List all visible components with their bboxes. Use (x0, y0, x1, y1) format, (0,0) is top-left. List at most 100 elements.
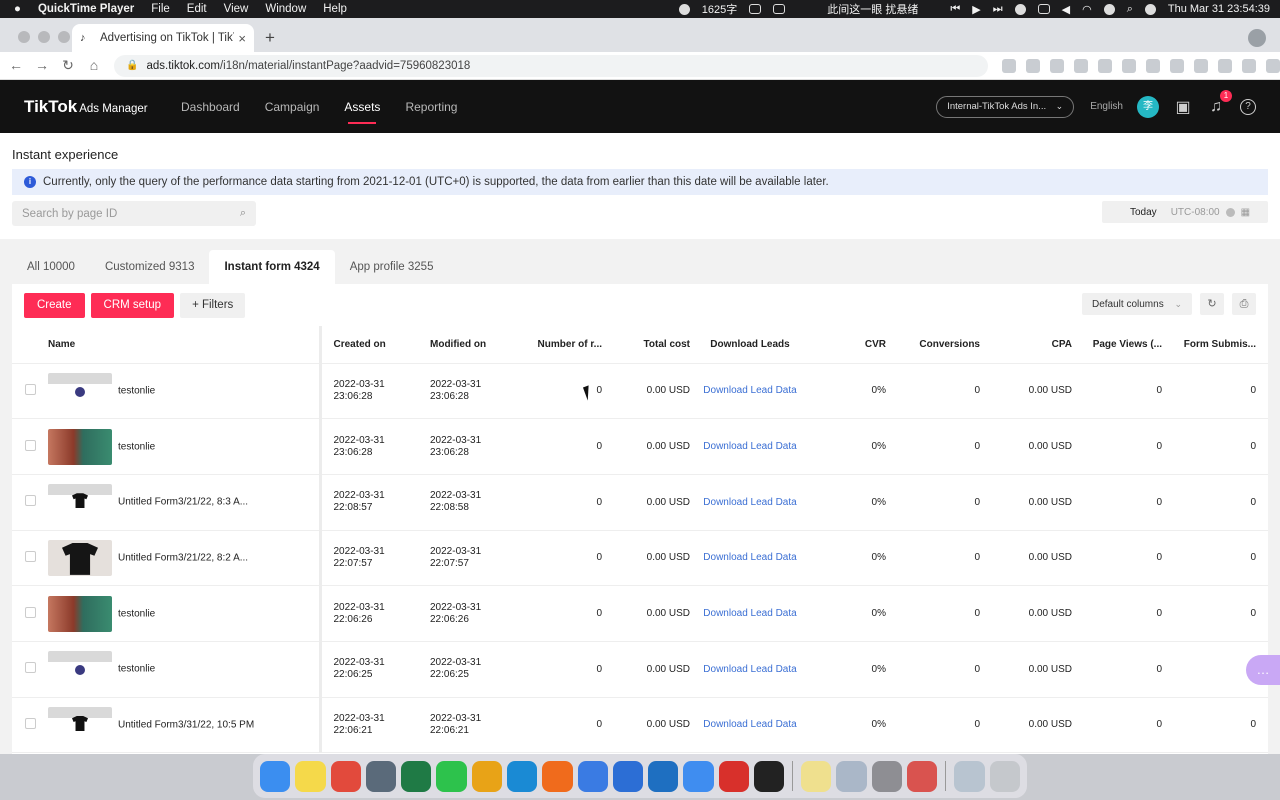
app-name-menu[interactable]: QuickTime Player (38, 3, 134, 15)
col-form-submits[interactable]: Form Submis... (1162, 326, 1268, 364)
col-created-on[interactable]: Created on (320, 326, 418, 364)
tab-all[interactable]: All 10000 (12, 250, 90, 284)
finder-icon[interactable] (260, 760, 291, 792)
tab-app-profile[interactable]: App profile 3255 (335, 250, 449, 284)
apple-menu-icon[interactable]: ● (14, 3, 21, 15)
settings-icon[interactable] (871, 760, 903, 792)
avatar[interactable]: 李 (1137, 95, 1159, 118)
clock[interactable]: Thu Mar 31 23:54:39 (1168, 3, 1270, 15)
back-icon[interactable]: ← (4, 57, 28, 74)
chat-support-icon[interactable]: … (1246, 655, 1280, 685)
help-icon[interactable]: ? (1240, 98, 1256, 115)
status-icon[interactable] (1014, 3, 1026, 15)
maps-icon[interactable] (330, 760, 361, 792)
download-lead-data-link[interactable]: Download Lead Data (703, 441, 796, 452)
trash-icon[interactable] (989, 760, 1020, 792)
nav-reporting[interactable]: Reporting (405, 96, 457, 118)
row-checkbox[interactable] (25, 495, 36, 507)
browser-tab[interactable]: ♪ Advertising on TikTok | TikTok × (72, 24, 254, 52)
netease-icon[interactable] (718, 760, 749, 792)
media-play-icon[interactable]: ▶ (972, 3, 980, 16)
form-thumbnail[interactable] (48, 539, 112, 576)
bookmark-star-icon[interactable] (1026, 58, 1040, 73)
new-tab-button[interactable]: + (260, 29, 280, 49)
notes-icon[interactable] (295, 760, 326, 792)
close-window-icon[interactable] (18, 31, 30, 43)
sidepanel-icon[interactable] (1218, 58, 1232, 73)
date-range-picker[interactable]: Today UTC-08:00 ▦ (1102, 201, 1268, 223)
stickies-icon[interactable] (801, 760, 832, 792)
form-name[interactable]: Untitled Form3/31/22, 10:5 PM (118, 720, 254, 731)
search-icon[interactable]: ⌕ (240, 207, 246, 220)
tab-customized[interactable]: Customized 9313 (90, 250, 210, 284)
columns-select[interactable]: Default columns ⌄ (1082, 293, 1192, 315)
download-lead-data-link[interactable]: Download Lead Data (703, 719, 796, 730)
feishu-icon[interactable] (683, 760, 714, 792)
zoom-window-icon[interactable] (58, 31, 70, 43)
row-checkbox[interactable] (25, 662, 36, 674)
menu-edit[interactable]: Edit (187, 3, 207, 15)
extension-icon[interactable] (1050, 58, 1064, 73)
download-lead-data-link[interactable]: Download Lead Data (703, 608, 796, 619)
crm-setup-button[interactable]: CRM setup (90, 293, 175, 318)
search-icon[interactable]: ⌕ (1127, 3, 1133, 16)
preview-icon[interactable] (836, 760, 867, 792)
extension-icon[interactable] (1098, 58, 1112, 73)
row-checkbox[interactable] (25, 439, 36, 451)
network-icon[interactable] (365, 760, 397, 792)
battery-icon[interactable] (1037, 4, 1050, 14)
form-thumbnail[interactable] (48, 372, 112, 409)
tiktok-logo[interactable]: TikTok Ads Manager (24, 97, 181, 117)
table-row[interactable]: Untitled Form3/31/22, 10:5 PM 2022-03-31… (12, 697, 1268, 754)
download-lead-data-link[interactable]: Download Lead Data (703, 497, 796, 508)
refresh-icon[interactable]: ↻ (1200, 293, 1224, 315)
bell-icon[interactable]: ♫ 1 (1207, 89, 1232, 116)
record-icon[interactable] (678, 3, 690, 15)
calendar-icon[interactable]: ▦ (1241, 207, 1250, 218)
menu-window[interactable]: Window (265, 3, 306, 15)
reload-icon[interactable]: ↻ (56, 57, 80, 74)
col-name[interactable]: Name (48, 326, 266, 364)
col-modified-on[interactable]: Modified on (418, 326, 516, 364)
extension-icon[interactable] (1074, 58, 1088, 73)
table-row[interactable]: testonlie 2022-03-31 23:06:28 2022-03-31 2… (12, 363, 1268, 420)
table-row[interactable]: testonlie 2022-03-31 22:06:26 2022-03-31 2… (12, 585, 1268, 642)
download-lead-data-link[interactable]: Download Lead Data (703, 385, 796, 396)
media-next-icon[interactable]: ⏭ (993, 3, 1003, 16)
col-cvr[interactable]: CVR (810, 326, 886, 364)
chrome-icon[interactable] (471, 760, 502, 792)
form-thumbnail[interactable] (48, 706, 112, 743)
menu-kebab-icon[interactable] (1266, 58, 1280, 73)
filters-button[interactable]: + Filters (180, 293, 246, 318)
extension-icon[interactable] (1170, 58, 1184, 73)
col-records[interactable]: Number of r... (516, 326, 602, 364)
form-thumbnail[interactable] (48, 651, 112, 688)
edge-icon[interactable] (506, 760, 538, 792)
nav-assets[interactable]: Assets (344, 96, 380, 124)
share-icon[interactable] (1002, 58, 1016, 73)
briefcase-icon[interactable]: ▣ (1174, 97, 1192, 117)
form-name[interactable]: testonlie (118, 664, 155, 675)
extension-icon[interactable] (1146, 58, 1160, 73)
table-row[interactable]: testonlie 2022-03-31 23:06:28 2022-03-31 2… (12, 418, 1268, 475)
col-conversions[interactable]: Conversions (886, 326, 980, 364)
menu-help[interactable]: Help (323, 3, 347, 15)
table-row[interactable]: testonlie 2022-03-31 22:06:25 2022-03-31 2… (12, 641, 1268, 698)
language-switch[interactable]: English (1090, 101, 1123, 112)
wechat-icon[interactable] (436, 760, 467, 792)
terminal-icon[interactable] (753, 760, 785, 792)
search-box[interactable]: ⌕ (12, 201, 256, 226)
vscode-icon[interactable] (648, 760, 679, 792)
create-button[interactable]: Create (24, 293, 85, 318)
teams-icon[interactable] (907, 760, 938, 792)
help-circle-icon[interactable] (1225, 207, 1235, 217)
form-thumbnail[interactable] (48, 595, 112, 632)
menu-view[interactable]: View (224, 3, 249, 15)
form-name[interactable]: Untitled Form3/21/22, 8:2 A... (118, 553, 248, 564)
profile-avatar-icon[interactable] (1242, 58, 1256, 73)
row-checkbox[interactable] (25, 550, 36, 562)
nav-campaign[interactable]: Campaign (265, 96, 320, 118)
puzzle-icon[interactable] (1194, 58, 1208, 73)
download-lead-data-link[interactable]: Download Lead Data (703, 552, 796, 563)
row-checkbox[interactable] (25, 717, 36, 729)
